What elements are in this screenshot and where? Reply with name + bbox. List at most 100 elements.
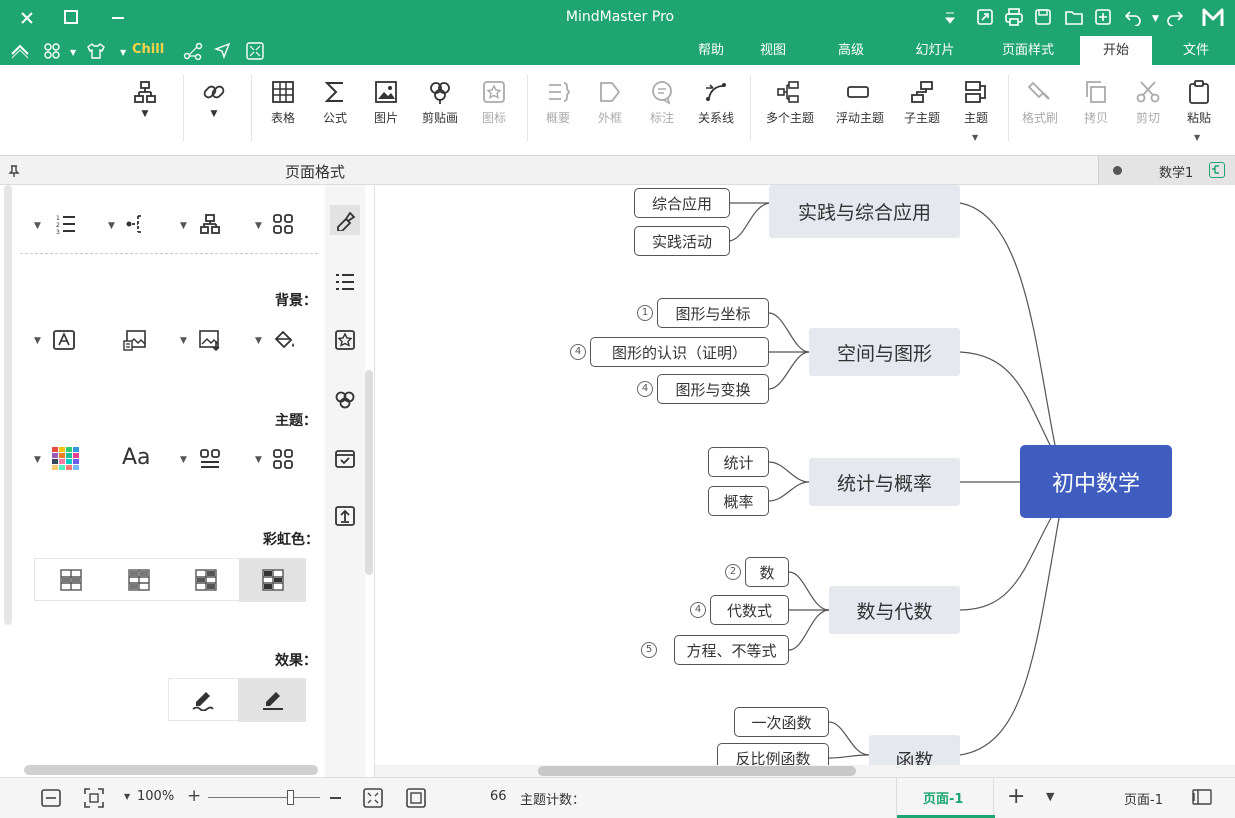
layout-button[interactable]: ▼ bbox=[123, 75, 167, 141]
rainbow-option-icon[interactable] bbox=[195, 569, 217, 594]
scrollbar-thumb[interactable] bbox=[538, 766, 856, 776]
structure-icon[interactable] bbox=[199, 213, 221, 238]
theme-dropdown-icon[interactable]: ▼ bbox=[120, 48, 126, 57]
panel-toggle-icon[interactable] bbox=[1192, 789, 1212, 808]
watermark-icon[interactable] bbox=[52, 329, 76, 354]
sidebar-horizontal-scrollbar[interactable] bbox=[24, 765, 318, 775]
mindmap-canvas[interactable]: 初中数学 实践与综合应用 综合应用 实践活动 空间与图形 图形与坐标 1 图形的… bbox=[375, 185, 1235, 777]
tab-help[interactable]: 帮助 bbox=[680, 36, 742, 65]
minimize-icon[interactable] bbox=[112, 17, 124, 19]
dropdown-icon[interactable]: ▼ bbox=[34, 221, 41, 231]
paste-dropdown-icon[interactable]: ▼ bbox=[1194, 133, 1200, 142]
subtopic[interactable]: 概率 bbox=[708, 486, 769, 516]
boundary-button[interactable]: 外框 bbox=[588, 75, 632, 141]
formula-button[interactable]: 公式 bbox=[313, 75, 357, 141]
subtopic[interactable]: 一次函数 bbox=[734, 707, 829, 737]
theme-chill-label[interactable]: Chill bbox=[132, 42, 164, 57]
clipart-panel-icon[interactable] bbox=[330, 385, 360, 415]
clipart-button[interactable]: 剪贴画 bbox=[418, 75, 462, 141]
theme-style-icon[interactable] bbox=[199, 448, 221, 473]
subtopic-button[interactable]: 子主题 bbox=[900, 75, 944, 141]
root-topic[interactable]: 初中数学 bbox=[1020, 445, 1172, 518]
sidebar-scrollbar[interactable] bbox=[4, 185, 12, 625]
unsaved-dot-icon[interactable] bbox=[1113, 166, 1122, 175]
copy-button[interactable]: 拷贝 bbox=[1074, 75, 1118, 141]
subtopic[interactable]: 实践活动 bbox=[634, 226, 730, 256]
theme-font-icon[interactable]: Aa bbox=[122, 445, 151, 470]
subtopic[interactable]: 图形与变换 bbox=[657, 374, 769, 404]
main-topic[interactable]: 空间与图形 bbox=[809, 328, 960, 376]
zoom-slider-track[interactable] bbox=[208, 797, 320, 798]
pen-underline-icon[interactable] bbox=[260, 687, 286, 714]
fill-bucket-icon[interactable] bbox=[272, 329, 296, 354]
document-tab[interactable]: 数学1 bbox=[1098, 156, 1235, 185]
dropdown-icon[interactable]: ▼ bbox=[180, 221, 187, 231]
redo-icon[interactable] bbox=[1166, 8, 1184, 29]
subtopic[interactable]: 数 bbox=[745, 557, 789, 587]
rainbow-option-icon[interactable] bbox=[262, 569, 284, 594]
export-icon[interactable] bbox=[976, 8, 994, 29]
multiple-topics-button[interactable]: 多个主题 bbox=[766, 75, 814, 141]
save-icon[interactable] bbox=[1034, 8, 1052, 29]
callout-button[interactable]: 标注 bbox=[640, 75, 684, 141]
background-image-icon[interactable] bbox=[198, 329, 222, 354]
collapse-ribbon-icon[interactable] bbox=[10, 41, 30, 62]
open-folder-icon[interactable] bbox=[1064, 8, 1084, 29]
zoom-slider-thumb[interactable] bbox=[287, 790, 294, 805]
tab-view[interactable]: 视图 bbox=[742, 36, 804, 65]
zoom-dropdown-icon[interactable]: ▼ bbox=[124, 792, 130, 801]
zoom-level[interactable]: 100% bbox=[137, 789, 174, 804]
color-palette-icon[interactable] bbox=[52, 447, 79, 470]
connector-style-icon[interactable] bbox=[125, 213, 151, 238]
zoom-out-icon[interactable] bbox=[330, 797, 341, 799]
table-button[interactable]: 表格 bbox=[261, 75, 305, 141]
presentation-icon[interactable] bbox=[405, 787, 427, 812]
grid-apps-icon[interactable] bbox=[44, 43, 60, 62]
outline-list-icon[interactable] bbox=[330, 267, 360, 297]
picture-button[interactable]: 图片 bbox=[364, 75, 408, 141]
connector-icon[interactable] bbox=[183, 42, 203, 63]
dropdown-icon[interactable]: ▼ bbox=[255, 455, 262, 465]
subtopic[interactable]: 统计 bbox=[708, 447, 769, 477]
horizontal-scrollbar[interactable] bbox=[375, 765, 1235, 777]
rail-scrollbar[interactable] bbox=[365, 370, 373, 575]
topic-dropdown-icon[interactable]: ▼ bbox=[972, 133, 978, 142]
tshirt-icon[interactable] bbox=[86, 42, 106, 63]
main-topic[interactable]: 统计与概率 bbox=[809, 458, 960, 506]
tab-advanced[interactable]: 高级 bbox=[820, 36, 882, 65]
maximize-icon[interactable] bbox=[64, 10, 78, 24]
subtopic[interactable]: 代数式 bbox=[710, 595, 789, 625]
subtopic[interactable]: 综合应用 bbox=[634, 188, 730, 218]
paste-button[interactable]: 粘贴 bbox=[1177, 75, 1221, 141]
dropdown-icon[interactable]: ▼ bbox=[108, 221, 115, 231]
subtopic[interactable]: 图形的认识（证明） bbox=[590, 337, 769, 367]
tab-home[interactable]: 开始 bbox=[1080, 36, 1152, 65]
layout-dropdown-icon[interactable]: ▼ bbox=[123, 109, 167, 119]
rainbow-option-icon[interactable] bbox=[60, 569, 82, 594]
grid-dropdown-icon[interactable]: ▼ bbox=[70, 48, 76, 57]
fullscreen-view-icon[interactable] bbox=[362, 787, 384, 812]
dropdown-icon[interactable]: ▼ bbox=[255, 336, 262, 346]
remove-background-icon[interactable] bbox=[123, 329, 147, 354]
print-icon[interactable] bbox=[1004, 8, 1024, 29]
numbering-icon[interactable]: 123 bbox=[55, 213, 77, 238]
zoom-in-icon[interactable]: + bbox=[187, 786, 201, 806]
summary-button[interactable]: 概要 bbox=[536, 75, 580, 141]
export-panel-icon[interactable] bbox=[330, 501, 360, 531]
tab-page-style[interactable]: 页面样式 bbox=[986, 36, 1070, 65]
add-page-icon[interactable]: + bbox=[1007, 784, 1025, 809]
format-painter-button[interactable]: 格式刷 bbox=[1018, 75, 1062, 141]
undo-dropdown-icon[interactable]: ▼ bbox=[1152, 14, 1159, 24]
undo-icon[interactable] bbox=[1124, 8, 1142, 29]
dropdown-icon[interactable]: ▼ bbox=[34, 336, 41, 346]
dropdown-icon[interactable]: ▼ bbox=[34, 455, 41, 465]
subtopic[interactable]: 方程、不等式 bbox=[674, 635, 789, 665]
floating-topic-button[interactable]: 浮动主题 bbox=[836, 75, 884, 141]
quick-access-dropdown-icon[interactable] bbox=[944, 11, 956, 28]
fullscreen-icon[interactable] bbox=[245, 41, 265, 64]
task-panel-icon[interactable] bbox=[330, 443, 360, 473]
icon-button[interactable]: 图标 bbox=[472, 75, 516, 141]
sticker-panel-icon[interactable] bbox=[330, 325, 360, 355]
dropdown-icon[interactable]: ▼ bbox=[180, 455, 187, 465]
link-button[interactable]: ▼ bbox=[192, 75, 236, 141]
